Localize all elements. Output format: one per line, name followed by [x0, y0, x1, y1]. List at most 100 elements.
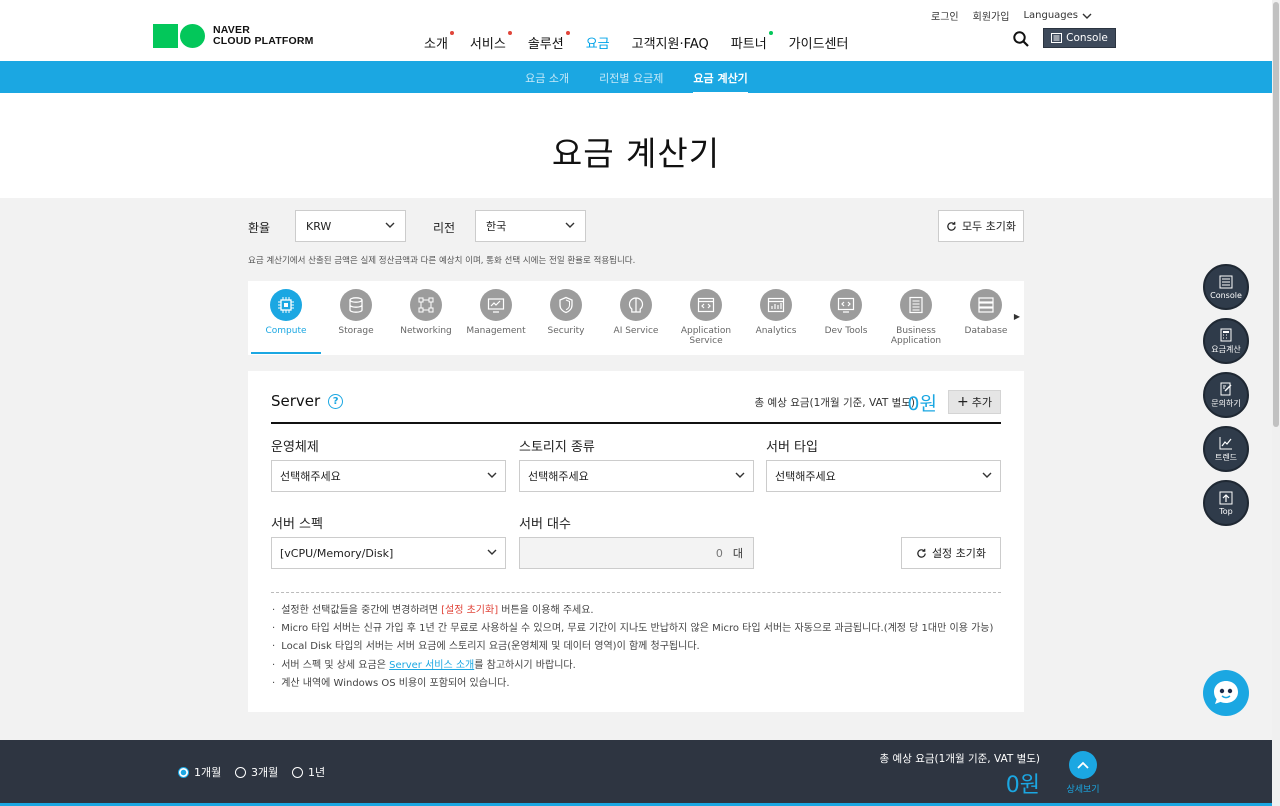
region-select[interactable]: 한국	[475, 210, 586, 242]
server-count-unit: 대	[732, 547, 743, 560]
panel-total-label: 총 예상 요금(1개월 기준, VAT 별도)	[754, 397, 915, 409]
tab-label: Business Application	[890, 326, 942, 346]
tab-networking[interactable]: Networking	[391, 289, 461, 336]
nav-item-partners[interactable]: 파트너	[731, 31, 773, 52]
tab-security[interactable]: Security	[531, 289, 601, 336]
currency-label: 환율	[248, 221, 271, 235]
fab-label: 문의하기	[1211, 398, 1241, 408]
tab-compute[interactable]: Compute	[251, 289, 321, 354]
tab-management[interactable]: Management	[461, 289, 531, 336]
tab-business-application[interactable]: Business Application	[881, 289, 951, 346]
fab-label: 요금계산	[1211, 344, 1241, 354]
server-spec-select[interactable]: [vCPU/Memory/Disk]	[271, 537, 506, 569]
subnav-pricing-intro[interactable]: 요금 소개	[525, 70, 569, 93]
tab-label: Management	[466, 326, 526, 336]
search-icon[interactable]	[1012, 30, 1030, 48]
reset-all-button[interactable]: 모두 초기화	[938, 210, 1024, 242]
fab-trend[interactable]: 트렌드	[1203, 426, 1249, 472]
panel-title-row: Server ?	[271, 392, 344, 410]
add-button[interactable]: + 추가	[948, 390, 1001, 414]
region-value: 한국	[486, 220, 507, 233]
new-dot	[449, 31, 454, 35]
fab-inquiry[interactable]: 문의하기	[1203, 372, 1249, 418]
panel-divider	[271, 422, 1001, 424]
notes-divider	[271, 592, 1001, 593]
chevron-down-icon	[487, 549, 497, 555]
dev-tools-icon	[830, 289, 862, 321]
console-button[interactable]: Console	[1043, 28, 1116, 48]
radio-circle	[235, 766, 246, 778]
tab-application-service[interactable]: Application Service	[671, 289, 741, 346]
scrollbar-thumb[interactable]	[1273, 2, 1279, 427]
period-3months-radio[interactable]: 3개월	[235, 764, 278, 780]
new-dot	[768, 31, 773, 35]
server-type-select[interactable]: 선택해주세요	[766, 460, 1001, 492]
note-item: 서버 스펙 및 상세 요금은 Server 서비스 소개를 참고하시기 바랍니다…	[272, 657, 993, 675]
subnav-region-pricing[interactable]: 리전별 요금제	[599, 70, 663, 93]
fab-top[interactable]: Top	[1203, 480, 1249, 526]
nav-item-guide-center[interactable]: 가이드센터	[789, 33, 849, 52]
server-calculator-panel: Server ? 총 예상 요금(1개월 기준, VAT 별도) 0원 + 추가…	[248, 371, 1024, 712]
inquiry-icon	[1220, 382, 1232, 395]
currency-select[interactable]: KRW	[295, 210, 406, 242]
nav-item-support[interactable]: 고객지원·FAQ	[632, 33, 709, 52]
languages-dropdown[interactable]: Languages	[1023, 8, 1092, 23]
calculator-icon	[1220, 328, 1232, 341]
server-type-value: 선택해주세요	[775, 470, 836, 483]
period-1month-radio[interactable]: 1개월	[178, 764, 221, 780]
bottom-summary-bar: 1개월 3개월 1년 총 예상 요금(1개월 기준, VAT 별도) 0원 상세…	[0, 740, 1272, 806]
tab-database[interactable]: Database	[951, 289, 1021, 336]
fab-console[interactable]: Console	[1203, 264, 1249, 310]
nav-item-solutions[interactable]: 솔루션	[527, 31, 570, 52]
nav-item-intro[interactable]: 소개	[424, 31, 454, 52]
cpu-icon	[270, 289, 302, 321]
utility-links: 로그인 회원가입 Languages	[931, 8, 1092, 23]
period-label: 3개월	[251, 766, 279, 779]
tab-analytics[interactable]: Analytics	[741, 289, 811, 336]
tab-ai-service[interactable]: AI Service	[601, 289, 671, 336]
tab-label: Dev Tools	[824, 326, 868, 336]
fab-label: Top	[1219, 506, 1233, 516]
server-notes: 설정한 선택값들을 중간에 변경하려면 [설정 초기화] 버튼을 이용해 주세요…	[272, 602, 993, 693]
network-icon	[410, 289, 442, 321]
period-1year-radio[interactable]: 1년	[292, 764, 325, 780]
server-stack-icon	[970, 289, 1002, 321]
note-item: Local Disk 타입의 서버는 서버 요금에 스토리지 요금(운영체제 및…	[272, 638, 993, 656]
storage-type-label: 스토리지 종류	[519, 440, 595, 455]
chevron-down-icon	[1082, 13, 1092, 19]
chatbot-button[interactable]	[1203, 670, 1249, 716]
logo-circle	[180, 24, 205, 48]
nav-label: 솔루션	[527, 37, 564, 52]
nav-item-services[interactable]: 서비스	[470, 31, 512, 52]
server-count-label: 서버 대수	[519, 517, 571, 532]
reset-all-label: 모두 초기화	[961, 220, 1017, 233]
login-link[interactable]: 로그인	[931, 8, 959, 23]
subnav-price-calculator[interactable]: 요금 계산기	[693, 70, 749, 94]
bottom-total-value: 0원	[1005, 773, 1040, 798]
chevron-down-icon	[735, 472, 745, 478]
signup-link[interactable]: 회원가입	[973, 8, 1010, 23]
chevron-down-icon	[487, 472, 497, 478]
page-scrollbar[interactable]	[1272, 0, 1280, 806]
nav-label: 소개	[424, 37, 448, 52]
nav-item-pricing[interactable]: 요금	[586, 33, 610, 52]
tab-dev-tools[interactable]: Dev Tools	[811, 289, 881, 336]
caret-right-icon[interactable]: ▶	[1014, 312, 1020, 321]
server-intro-link[interactable]: Server 서비스 소개	[389, 660, 474, 671]
help-question-icon[interactable]: ?	[328, 393, 344, 409]
shield-icon	[550, 289, 582, 321]
fab-label: Console	[1210, 290, 1242, 300]
naver-cloud-logo[interactable]: NAVER CLOUD PLATFORM	[153, 24, 314, 48]
reset-settings-button[interactable]: 설정 초기화	[901, 537, 1001, 569]
panel-title: Server	[271, 392, 321, 410]
console-label: Console	[1066, 32, 1108, 44]
server-count-input[interactable]: 0 대	[519, 537, 754, 569]
storage-type-select[interactable]: 선택해주세요	[519, 460, 754, 492]
tab-storage[interactable]: Storage	[321, 289, 391, 336]
fab-price-calculator[interactable]: 요금계산	[1203, 318, 1249, 364]
os-select[interactable]: 선택해주세요	[271, 460, 506, 492]
category-tabs: Compute Storage Networking Management Se…	[248, 281, 1024, 355]
detail-view-button[interactable]: 상세보기	[1063, 751, 1103, 795]
console-icon	[1051, 33, 1063, 43]
currency-value: KRW	[306, 219, 332, 233]
